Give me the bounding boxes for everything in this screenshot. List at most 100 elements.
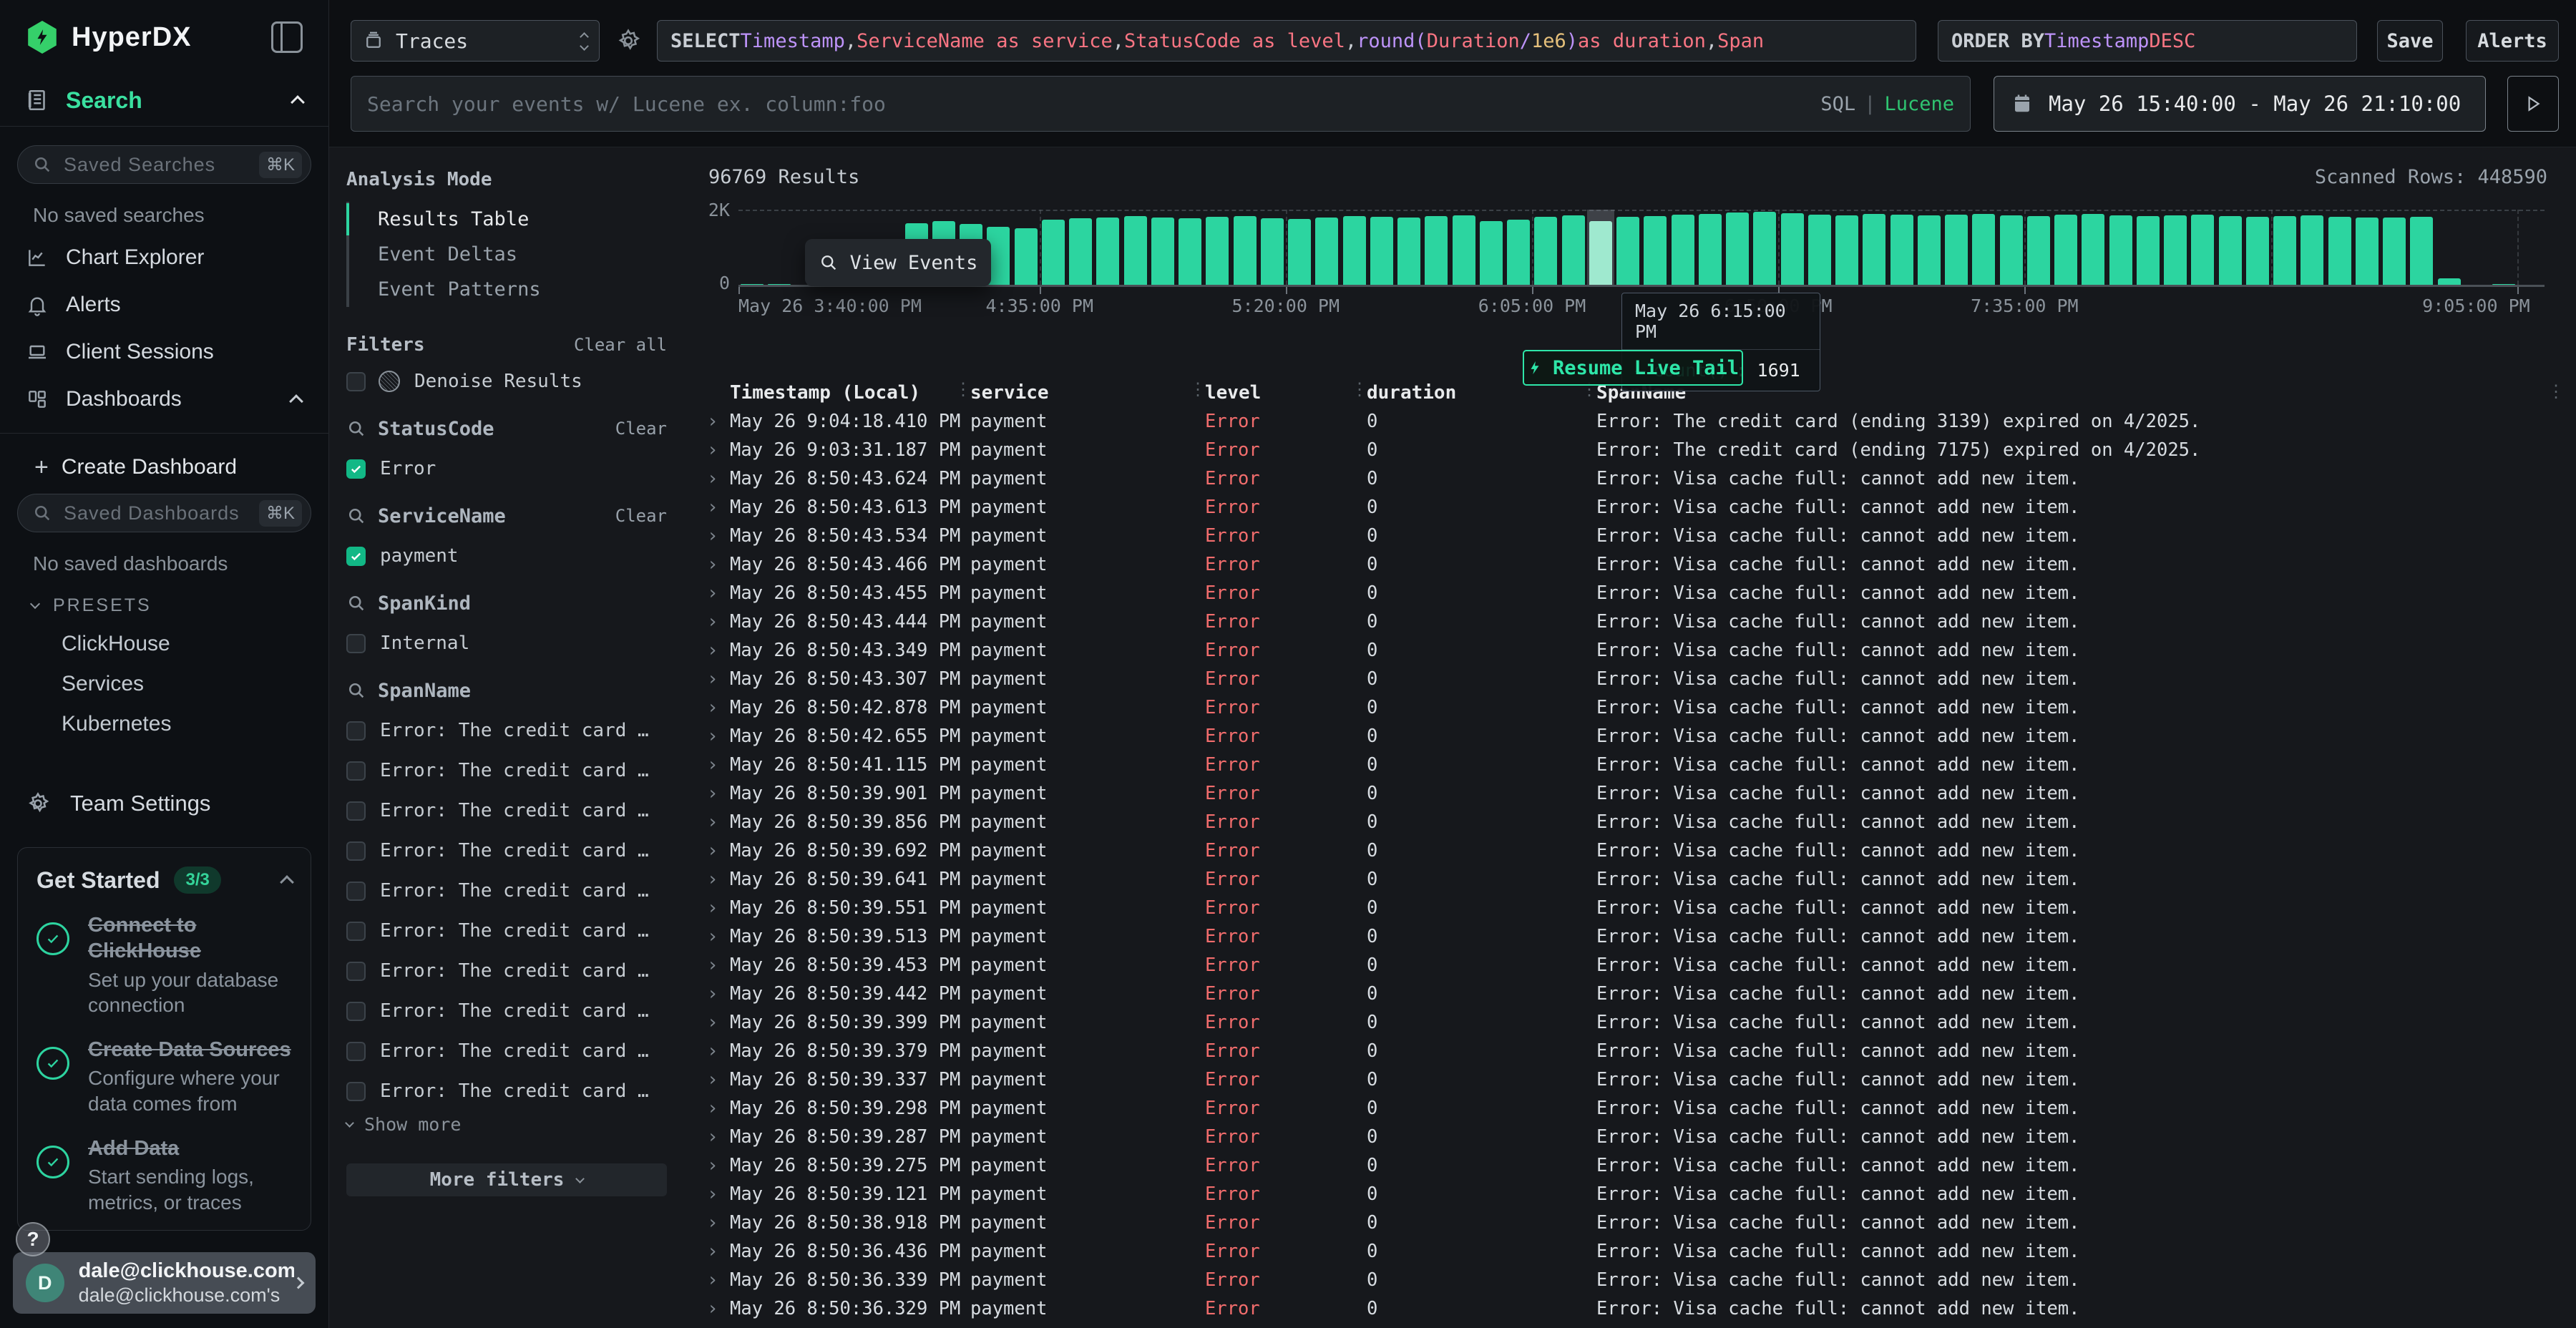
filter-option[interactable]: Error: The credit card … [346,716,667,745]
histogram-bar[interactable] [1860,210,1888,285]
row-expand-icon[interactable]: › [698,582,730,604]
source-settings-button[interactable] [615,28,641,54]
histogram-bar[interactable] [1833,210,1860,285]
histogram-bar[interactable] [766,210,793,285]
histogram-bar[interactable] [2271,210,2298,285]
column-separator[interactable]: ⋮ [955,379,972,399]
histogram-bar[interactable] [1724,210,1751,285]
table-row[interactable]: ›May 26 8:50:43.534 PMpaymentError0Error… [698,522,2576,550]
histogram-bar[interactable] [1450,210,1478,285]
filter-option[interactable]: Error: The credit card … [346,1077,667,1105]
table-row[interactable]: ›May 26 8:50:36.329 PMpaymentError0Error… [698,1294,2576,1323]
user-menu[interactable]: D dale@clickhouse.com dale@clickhouse.co… [13,1252,316,1314]
histogram-bar[interactable] [2189,210,2216,285]
filter-option[interactable]: Error: The credit card … [346,957,667,985]
row-expand-icon[interactable]: › [698,697,730,718]
histogram-bar[interactable] [1614,210,1641,285]
table-row[interactable]: ›May 26 8:50:42.878 PMpaymentError0Error… [698,693,2576,722]
table-row[interactable]: ›May 26 8:50:39.453 PMpaymentError0Error… [698,951,2576,980]
sidebar-item-client-sessions[interactable]: Client Sessions [17,328,311,376]
clear-all-button[interactable]: Clear all [574,335,667,355]
row-expand-icon[interactable]: › [698,1155,730,1176]
sidebar-item-search[interactable]: Search [0,74,328,126]
table-row[interactable]: ›May 26 8:50:36.436 PMpaymentError0Error… [698,1237,2576,1266]
filter-option[interactable]: Error: The credit card … [346,836,667,865]
histogram-bar[interactable] [2052,210,2079,285]
histogram-bar[interactable] [1641,210,1669,285]
histogram-bar[interactable] [1806,210,1833,285]
saved-dashboards-input[interactable]: Saved Dashboards ⌘K [17,494,311,532]
histogram-bar[interactable] [738,210,766,285]
row-expand-icon[interactable]: › [698,411,730,432]
row-expand-icon[interactable]: › [698,1298,730,1319]
analysis-mode-event-deltas[interactable]: Event Deltas [349,237,667,272]
filter-option[interactable]: Error [346,454,667,483]
table-row[interactable]: ›May 26 8:50:39.641 PMpaymentError0Error… [698,865,2576,894]
preset-item-kubernetes[interactable]: Kubernetes [17,704,311,744]
checkbox-unchecked[interactable] [346,882,366,901]
histogram-bars[interactable] [738,210,2545,285]
table-row[interactable]: ›May 26 8:50:39.442 PMpaymentError0Error… [698,980,2576,1008]
histogram-bar[interactable] [1204,210,1231,285]
histogram-bar[interactable] [2326,210,2353,285]
table-row[interactable]: ›May 26 8:50:39.901 PMpaymentError0Error… [698,779,2576,808]
histogram-bar[interactable] [1505,210,1532,285]
filter-option[interactable]: Error: The credit card … [346,877,667,905]
preset-item-services[interactable]: Services [17,664,311,704]
row-expand-icon[interactable]: › [698,897,730,919]
table-row[interactable]: ›May 26 8:50:39.287 PMpaymentError0Error… [698,1123,2576,1151]
table-row[interactable]: ›May 26 9:03:31.187 PMpaymentError0Error… [698,436,2576,464]
view-events-button[interactable]: View Events [805,239,991,286]
preset-item-clickhouse[interactable]: ClickHouse [17,624,311,664]
language-sql[interactable]: SQL [1820,93,1855,115]
checkbox-unchecked[interactable] [346,721,366,741]
table-row[interactable]: ›May 26 8:50:39.551 PMpaymentError0Error… [698,894,2576,922]
histogram-bar[interactable] [1067,210,1094,285]
table-row[interactable]: ›May 26 8:50:43.307 PMpaymentError0Error… [698,665,2576,693]
row-expand-icon[interactable]: › [698,640,730,661]
histogram-bar[interactable] [2436,210,2463,285]
table-row[interactable]: ›May 26 8:50:43.466 PMpaymentError0Error… [698,550,2576,579]
table-row[interactable]: ›May 26 8:50:42.655 PMpaymentError0Error… [698,722,2576,751]
denoise-results-checkbox[interactable]: Denoise Results [346,367,667,396]
histogram-bar[interactable] [2463,210,2490,285]
row-expand-icon[interactable]: › [698,1012,730,1033]
table-row[interactable]: ›May 26 8:50:39.856 PMpaymentError0Error… [698,808,2576,836]
table-row[interactable]: ›May 26 8:50:39.692 PMpaymentError0Error… [698,836,2576,865]
histogram-bar[interactable] [1888,210,1916,285]
histogram-bar[interactable] [1669,210,1697,285]
row-expand-icon[interactable]: › [698,726,730,747]
histogram-bar[interactable] [2135,210,2162,285]
table-row[interactable]: ›May 26 8:50:43.444 PMpaymentError0Error… [698,607,2576,636]
table-row[interactable]: ›May 26 8:50:39.379 PMpaymentError0Error… [698,1037,2576,1065]
histogram-bar[interactable] [2490,210,2517,285]
table-row[interactable]: ›May 26 8:50:41.115 PMpaymentError0Error… [698,751,2576,779]
row-expand-icon[interactable]: › [698,1241,730,1262]
checkbox-unchecked[interactable] [346,841,366,861]
checkbox-checked[interactable] [346,547,366,566]
table-row[interactable]: ›May 26 8:50:39.399 PMpaymentError0Error… [698,1008,2576,1037]
sidebar-item-alerts[interactable]: Alerts [17,281,311,328]
histogram-bar[interactable] [2353,210,2381,285]
histogram-bar[interactable] [1779,210,1806,285]
histogram-bar[interactable] [1943,210,1970,285]
column-header-timestamp-local-[interactable]: Timestamp (Local) [730,382,970,404]
histogram-bar[interactable] [2244,210,2271,285]
analysis-mode-event-patterns[interactable]: Event Patterns [349,272,667,307]
histogram-bar[interactable] [1313,210,1340,285]
column-separator[interactable]: ⋮ [1189,379,1206,399]
filter-clear-button[interactable]: Clear [615,506,667,526]
histogram-bar[interactable] [1478,210,1505,285]
table-row[interactable]: ›May 26 9:04:18.410 PMpaymentError0Error… [698,407,2576,436]
row-expand-icon[interactable]: › [698,1040,730,1062]
get-started-task[interactable]: Add DataStart sending logs, metrics, or … [36,1136,292,1216]
row-expand-icon[interactable]: › [698,497,730,518]
alerts-button[interactable]: Alerts [2466,20,2559,62]
table-row[interactable]: ›May 26 8:50:43.624 PMpaymentError0Error… [698,464,2576,493]
saved-searches-input[interactable]: Saved Searches ⌘K [17,145,311,184]
histogram-bar[interactable] [1532,210,1559,285]
table-row[interactable]: ›May 26 8:50:39.513 PMpaymentError0Error… [698,922,2576,951]
column-header-service[interactable]: ⋮service [970,382,1205,404]
row-expand-icon[interactable]: › [698,611,730,633]
filter-option[interactable]: Error: The credit card … [346,756,667,785]
